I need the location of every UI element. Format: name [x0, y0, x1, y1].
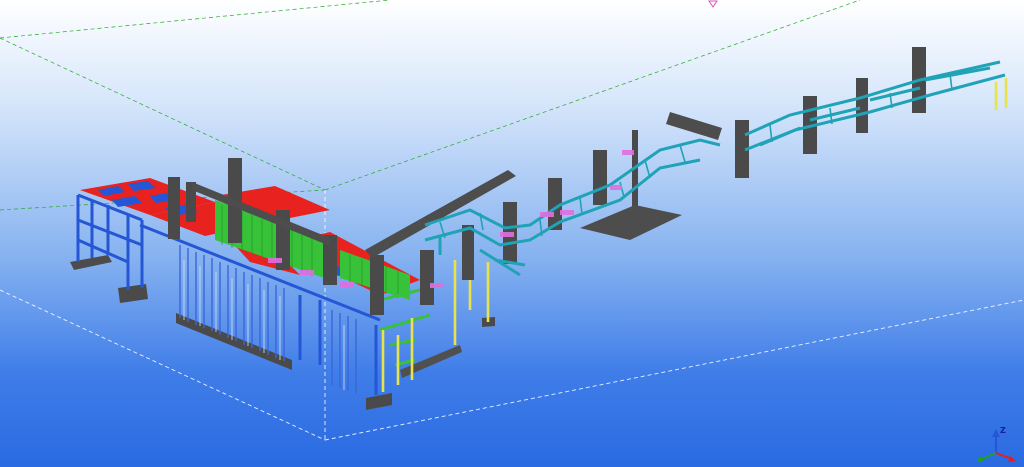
structural-model-3d-view[interactable] — [0, 0, 1024, 467]
axis-z-label: Z — [1000, 426, 1006, 435]
work-area-bounding-box — [0, 0, 861, 211]
view-marker-icon — [708, 0, 718, 8]
concrete-columns — [168, 47, 926, 315]
axis-gizmo-icon[interactable]: Z — [974, 423, 1018, 463]
model-viewport[interactable]: Z — [0, 0, 1024, 467]
